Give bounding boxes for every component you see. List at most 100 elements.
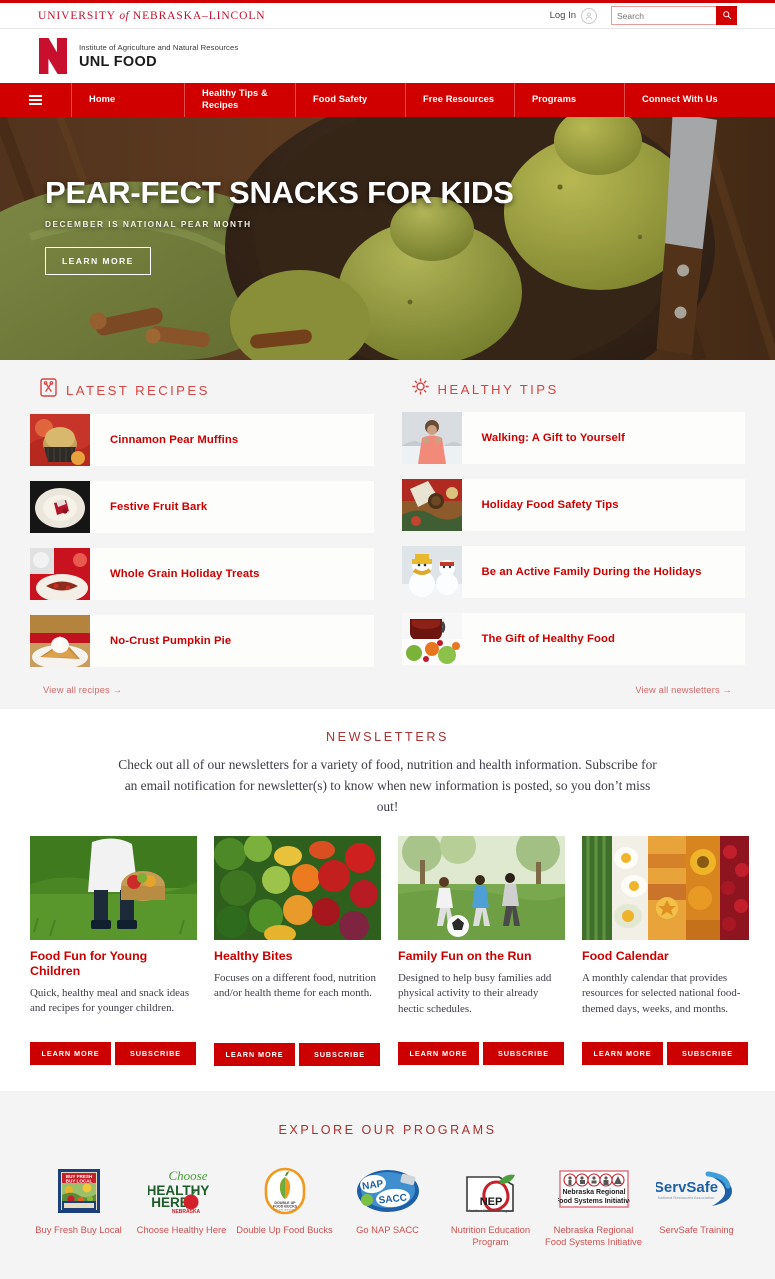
utility-bar: UNIVERSITY of NEBRASKA–LINCOLN Log In <box>0 0 775 29</box>
programs-section: EXPLORE OUR PROGRAMS BUY FRESH BUY LOCAL <box>0 1090 775 1279</box>
program-item-servsafe-training[interactable]: ServSafe National Restaurant Association… <box>645 1165 748 1249</box>
newsletter-title: Family Fun on the Run <box>398 949 532 964</box>
program-label: ServSafe Training <box>659 1223 734 1235</box>
program-item-buy-fresh-buy-local[interactable]: BUY FRESH BUY LOCAL Buy Fresh Buy Local <box>27 1165 130 1249</box>
nav-item-food-safety[interactable]: Food Safety <box>296 83 406 117</box>
program-item-choose-healthy-here[interactable]: Choose HEALTHY HERE NEBRASKA Choose Heal… <box>130 1165 233 1249</box>
view-all-newsletters-link[interactable]: View all newsletters → <box>635 685 732 695</box>
healthy-tips-heading: HEALTHY TIPS <box>437 381 559 397</box>
recipe-card[interactable]: Whole Grain Holiday Treats <box>30 548 374 600</box>
snowmen-thumbnail <box>401 546 462 598</box>
holiday-table-thumbnail <box>401 479 462 531</box>
program-label: Nebraska Regional Food Systems Initiativ… <box>545 1223 642 1248</box>
program-label: Choose Healthy Here <box>136 1223 227 1235</box>
search-form <box>611 6 737 25</box>
svg-text:Food Systems Initiative: Food Systems Initiative <box>558 1198 630 1205</box>
recipe-card[interactable]: Festive Fruit Bark <box>30 481 374 533</box>
newsletter-description: Quick, healthy meal and snack ideas and … <box>30 986 190 1015</box>
program-label: Go NAP SACC <box>356 1223 419 1235</box>
nav-item-free-resources[interactable]: Free Resources <box>406 83 515 117</box>
recipe-card[interactable]: No-Crust Pumpkin Pie <box>30 615 374 667</box>
learn-more-button[interactable]: LEARN MORE <box>582 1042 663 1066</box>
tip-title: Be an Active Family During the Holidays <box>481 566 702 578</box>
view-all-recipes-label: View all recipes <box>43 685 110 695</box>
programs-heading: EXPLORE OUR PROGRAMS <box>278 1122 497 1137</box>
subscribe-button[interactable]: SUBSCRIBE <box>299 1042 380 1066</box>
hero-subtitle: DECEMBER IS NATIONAL PEAR MONTH <box>45 219 252 229</box>
svg-text:BUY LOCAL: BUY LOCAL <box>65 1178 92 1183</box>
newsletter-card[interactable]: Family Fun on the Run Designed to help b… <box>398 836 565 1066</box>
tip-card[interactable]: Walking: A Gift to Yourself <box>401 412 745 464</box>
latest-recipes-header: LATEST RECIPES <box>30 378 374 402</box>
hamburger-lines <box>29 92 42 107</box>
tip-card[interactable]: Be an Active Family During the Holidays <box>401 546 745 598</box>
university-wordmark[interactable]: UNIVERSITY of NEBRASKA–LINCOLN <box>38 10 265 22</box>
tip-card[interactable]: The Gift of Healthy Food <box>401 613 745 665</box>
recipe-card[interactable]: Cinnamon Pear Muffins <box>30 414 374 466</box>
recipe-title: No-Crust Pumpkin Pie <box>110 635 232 647</box>
nav-item-home[interactable]: Home <box>72 83 185 117</box>
svg-text:Choose: Choose <box>168 1168 207 1183</box>
program-item-double-up-food-bucks[interactable]: DOUBLE UP FOOD BUCKS eat more. spend les… <box>233 1165 336 1249</box>
tip-title: The Gift of Healthy Food <box>481 633 616 645</box>
hero-learn-more-button[interactable]: LEARN MORE <box>45 247 151 275</box>
healthy-tips-column: HEALTHY TIPS Walking: A Gift to Yourself… <box>401 378 745 685</box>
go-nap-sacc-logo: NAP SACC <box>355 1165 421 1217</box>
newsletter-card[interactable]: Food Calendar A monthly calendar that pr… <box>582 836 749 1066</box>
nebraska-regional-food-systems-initiative-logo: Nebraska Regional Food Systems Initiativ… <box>558 1165 630 1217</box>
svg-text:ServSafe: ServSafe <box>656 1179 718 1196</box>
learn-more-button[interactable]: LEARN MORE <box>398 1042 479 1066</box>
newsletter-card[interactable]: Healthy Bites Focuses on a different foo… <box>214 836 381 1066</box>
brand-bar: Institute of Agriculture and Natural Res… <box>0 29 775 83</box>
arrow-right-icon: → <box>112 685 123 695</box>
newsletters-heading: NEWSLETTERS <box>325 730 450 744</box>
program-label: Double Up Food Bucks <box>236 1223 333 1235</box>
learn-more-button[interactable]: LEARN MORE <box>30 1041 111 1065</box>
pumpkin-pie-thumbnail <box>30 615 90 667</box>
program-label: Buy Fresh Buy Local <box>35 1223 122 1235</box>
buy-fresh-buy-local-logo: BUY FRESH BUY LOCAL <box>57 1165 101 1217</box>
nav-item-connect-with-us[interactable]: Connect With Us <box>625 83 775 117</box>
newsletter-actions: LEARN MORE SUBSCRIBE <box>30 1041 197 1065</box>
subscribe-button[interactable]: SUBSCRIBE <box>667 1042 748 1066</box>
program-item-nutrition-education-program[interactable]: NEP Nutrition Education Program Nutritio… <box>439 1165 542 1249</box>
assorted-fruits-and-vegetables <box>214 836 381 941</box>
newsletters-section: NEWSLETTERS Check out all of our newslet… <box>0 709 775 1091</box>
newsletter-title: Food Fun for Young Children <box>30 949 148 978</box>
hamburger-menu-icon[interactable] <box>0 83 72 117</box>
svg-text:eat more. spend less.: eat more. spend less. <box>273 1208 296 1211</box>
program-item-go-nap-sacc[interactable]: NAP SACC Go NAP SACC <box>336 1165 439 1249</box>
recipe-title: Whole Grain Holiday Treats <box>110 568 260 580</box>
learn-more-button[interactable]: LEARN MORE <box>214 1042 295 1066</box>
recipe-title: Festive Fruit Bark <box>110 501 208 513</box>
tip-title: Walking: A Gift to Yourself <box>481 432 625 444</box>
svg-text:NEP: NEP <box>479 1196 502 1208</box>
search-input[interactable] <box>611 6 716 25</box>
page-root: UNIVERSITY of NEBRASKA–LINCOLN Log In Se… <box>0 0 775 1279</box>
brand-text: Institute of Agriculture and Natural Res… <box>79 43 238 70</box>
program-item-nebraska-regional-food-systems-initiative[interactable]: Nebraska Regional Food Systems Initiativ… <box>542 1165 645 1249</box>
search-submit-button[interactable] <box>716 6 737 25</box>
hero-banner: PEAR-FECT SNACKS FOR KIDS DECEMBER IS NA… <box>0 117 775 360</box>
program-label: Nutrition Education Program <box>450 1223 531 1248</box>
double-up-food-bucks-logo: DOUBLE UP FOOD BUCKS eat more. spend les… <box>264 1165 306 1217</box>
subscribe-button[interactable]: SUBSCRIBE <box>115 1041 196 1065</box>
subscribe-button[interactable]: SUBSCRIBE <box>483 1042 564 1066</box>
choose-healthy-here-logo: Choose HEALTHY HERE NEBRASKA <box>148 1165 216 1217</box>
woman-walking-winter-thumbnail <box>401 412 462 464</box>
child-holding-basket-of-produce <box>30 836 197 941</box>
view-all-recipes-link[interactable]: View all recipes → <box>43 685 122 695</box>
svg-text:Nutrition Education Program: Nutrition Education Program <box>468 1209 513 1213</box>
newsletter-actions: LEARN MORE SUBSCRIBE <box>398 1042 565 1066</box>
latest-recipes-column: LATEST RECIPES Cinnamon Pear Muffins Fes… <box>30 378 374 685</box>
nav-item-programs[interactable]: Programs <box>515 83 625 117</box>
newsletter-card[interactable]: Food Fun for Young Children Quick, healt… <box>30 836 197 1066</box>
latest-recipes-heading: LATEST RECIPES <box>66 382 210 398</box>
wordmark-post: NEBRASKA–LINCOLN <box>129 9 266 22</box>
tip-card[interactable]: Holiday Food Safety Tips <box>401 479 745 531</box>
nebraska-n-logo[interactable] <box>38 37 68 75</box>
nav-item-healthy-tips-recipes[interactable]: Healthy Tips & Recipes <box>185 83 296 117</box>
recipe-card-icon <box>40 378 57 402</box>
tip-title: Holiday Food Safety Tips <box>481 499 619 511</box>
login-button[interactable]: Log In <box>550 7 597 24</box>
